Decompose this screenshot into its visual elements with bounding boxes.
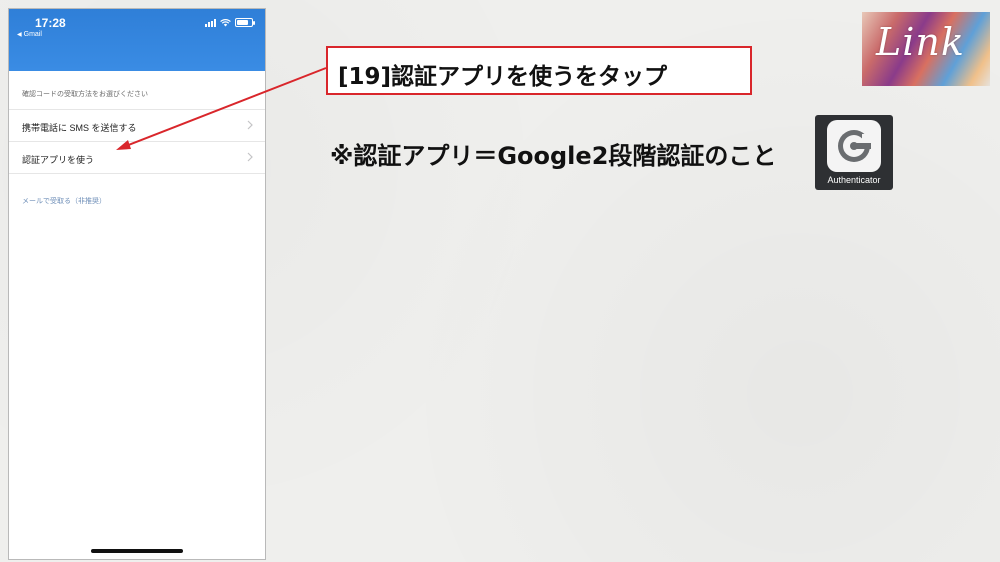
chevron-right-icon	[247, 120, 253, 130]
email-receive-link[interactable]: メールで受取る（非推奨）	[22, 196, 106, 206]
home-indicator	[91, 549, 183, 553]
chevron-right-icon	[247, 152, 253, 162]
status-icons	[205, 18, 255, 27]
option-authenticator-app[interactable]: 認証アプリを使う	[9, 142, 265, 174]
logo-text: Link	[876, 20, 965, 64]
callout-text: [19]認証アプリを使うをタップ	[338, 64, 668, 90]
signal-icon	[205, 19, 216, 27]
back-triangle-icon: ◀	[17, 32, 22, 38]
link-logo: Link	[862, 12, 990, 86]
back-to-app-link[interactable]: ◀ Gmail	[17, 31, 42, 38]
back-app-label: Gmail	[23, 31, 42, 38]
phone-screenshot: 17:28 ◀ Gmail 確認コードの受取方法をお選びください 携帯電話に S…	[8, 8, 266, 560]
option-sms-label: 携帯電話に SMS を送信する	[22, 123, 137, 133]
authenticator-tile	[827, 120, 881, 172]
authenticator-app-icon: Authenticator	[815, 115, 893, 190]
wifi-icon	[220, 19, 231, 27]
battery-icon	[235, 18, 255, 27]
option-sms[interactable]: 携帯電話に SMS を送信する	[9, 110, 265, 142]
note-text: ※認証アプリ＝Google2段階認証のこと	[330, 142, 777, 170]
phone-body: 確認コードの受取方法をお選びください 携帯電話に SMS を送信する 認証アプリ…	[9, 71, 265, 559]
section-label: 確認コードの受取方法をお選びください	[22, 91, 148, 98]
phone-header: 17:28 ◀ Gmail	[9, 9, 265, 71]
callout-box: [19]認証アプリを使うをタップ	[326, 46, 752, 95]
status-time: 17:28	[35, 16, 66, 30]
option-authenticator-label: 認証アプリを使う	[22, 155, 95, 165]
option-list: 携帯電話に SMS を送信する 認証アプリを使う	[9, 109, 265, 174]
authenticator-label: Authenticator	[827, 175, 881, 185]
google-g-icon	[838, 130, 872, 162]
